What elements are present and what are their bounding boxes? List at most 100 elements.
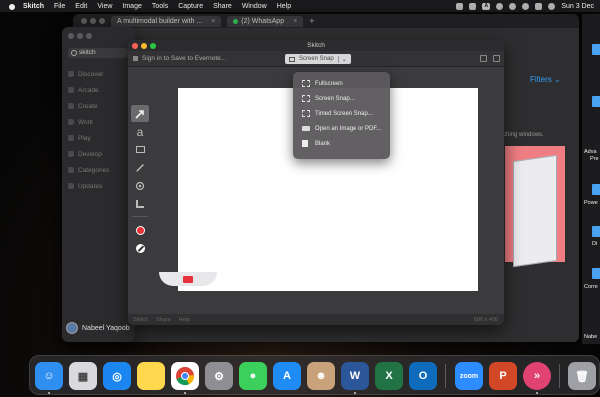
zoom-button[interactable] (86, 33, 92, 39)
stroke-size-picker[interactable] (131, 240, 149, 257)
file-icon[interactable] (592, 44, 600, 55)
pixelate-tool[interactable] (131, 177, 149, 194)
footer-item[interactable]: Help (179, 317, 190, 323)
browser-tab[interactable]: (2) WhatsApp × (227, 15, 304, 27)
menu-tools[interactable]: Tools (152, 3, 168, 10)
zoom-button[interactable] (99, 18, 105, 24)
folder-icon (302, 126, 310, 131)
dock-contacts-icon[interactable]: ☻ (307, 362, 335, 390)
dock-separator (559, 364, 560, 388)
sidebar-item-arcade[interactable]: Arcade (68, 87, 109, 103)
file-icon[interactable] (592, 268, 600, 279)
dock-system-preferences-icon[interactable]: ⚙ (205, 362, 233, 390)
menu-clock[interactable]: Sun 3 Dec (561, 3, 594, 10)
file-icon[interactable] (592, 226, 600, 237)
sidebar-item-discover[interactable]: Discover (68, 71, 109, 87)
dock-powerpoint-icon[interactable]: P (489, 362, 517, 390)
menu-item-timed-snap[interactable]: Timed Screen Snap... (293, 106, 390, 121)
close-button[interactable] (68, 33, 74, 39)
menu-help[interactable]: Help (277, 3, 291, 10)
resize-icon[interactable] (480, 55, 487, 62)
stroke-size-icon (135, 244, 145, 253)
menu-item-blank[interactable]: Blank (293, 136, 390, 151)
dock-messages-icon[interactable]: ● (239, 362, 267, 390)
dock-excel-icon[interactable]: X (375, 362, 403, 390)
sidebar-item-updates[interactable]: Updates (68, 183, 109, 199)
file-label: Di (592, 241, 598, 247)
minimize-button[interactable] (90, 18, 96, 24)
user-account[interactable]: Nabeel Yaqoob (66, 322, 130, 334)
dock-app-store-icon[interactable]: A (273, 362, 301, 390)
blank-page-icon (302, 140, 308, 147)
dock-finder-icon[interactable]: ☺ (35, 362, 63, 390)
apple-icon[interactable] (8, 2, 16, 10)
dock-trash-icon[interactable]: 🗑 (568, 362, 596, 390)
dock-notes-icon[interactable] (137, 362, 165, 390)
sidebar-item-develop[interactable]: Develop (68, 151, 109, 167)
dock-word-icon[interactable]: W (341, 362, 369, 390)
file-icon[interactable] (592, 96, 600, 107)
browser-tab-bar: A multimodal builder with ... × (2) What… (73, 14, 579, 28)
chevron-down-icon[interactable]: ⌄ (337, 55, 347, 63)
search-field[interactable]: skitch (68, 48, 128, 58)
dock-launchpad-icon[interactable]: ▦ (69, 362, 97, 390)
menu-file[interactable]: File (54, 3, 65, 10)
spotlight-icon[interactable] (522, 2, 530, 10)
close-tab-icon[interactable]: × (293, 18, 297, 25)
arrow-tool[interactable] (131, 105, 149, 122)
content-hint-text: ching windows. (503, 132, 544, 138)
file-label: Corre (584, 284, 598, 290)
menu-image[interactable]: Image (122, 3, 141, 10)
preview-image (505, 146, 565, 268)
menu-app-name[interactable]: Skitch (23, 3, 44, 10)
control-center-icon[interactable] (535, 2, 543, 10)
evernote-status-icon[interactable] (469, 2, 477, 10)
new-tab-icon[interactable]: + (309, 16, 314, 26)
dock-zoom-icon[interactable]: zoom (455, 362, 483, 390)
menu-window[interactable]: Window (242, 3, 267, 10)
dock-safari-icon[interactable]: ◎ (103, 362, 131, 390)
sidebar-item-play[interactable]: Play (68, 135, 109, 151)
sidebar-item-categories[interactable]: Categories (68, 167, 109, 183)
menu-capture[interactable]: Capture (178, 3, 203, 10)
siri-icon[interactable] (548, 2, 556, 10)
file-icon[interactable] (592, 184, 600, 195)
text-icon: a (136, 124, 144, 139)
menu-item-screen-snap[interactable]: Screen Snap... (293, 91, 390, 106)
browser-tab[interactable]: A multimodal builder with ... × (111, 15, 222, 27)
trash-icon[interactable] (493, 55, 500, 62)
minimize-button[interactable] (77, 33, 83, 39)
close-tab-icon[interactable]: × (211, 18, 215, 25)
sidebar-item-create[interactable]: Create (68, 103, 109, 119)
pen-tool[interactable] (131, 159, 149, 176)
dock-outlook-icon[interactable]: O (409, 362, 437, 390)
menu-view[interactable]: View (97, 3, 112, 10)
crop-tool[interactable] (131, 195, 149, 212)
wifi-icon[interactable] (509, 2, 517, 10)
arrow-icon (135, 109, 144, 119)
menu-item-fullscreen[interactable]: Fullscreen (293, 76, 390, 91)
close-button[interactable] (81, 18, 87, 24)
sidebar-item-work[interactable]: Work (68, 119, 109, 135)
desktop-files-panel: Adva Pre Powe Di Corre Nabe (582, 14, 600, 344)
color-picker[interactable] (131, 222, 149, 239)
footer-item[interactable]: Share (156, 317, 171, 323)
filters-button[interactable]: Filters ⌄ (530, 75, 582, 84)
screen-snap-button[interactable]: Screen Snap ⌄ (285, 54, 351, 64)
dock-chrome-icon[interactable] (171, 362, 199, 390)
input-source-icon[interactable]: A (482, 2, 491, 10)
drag-handle[interactable] (159, 272, 217, 286)
menu-item-open-image[interactable]: Open an Image or PDF... (293, 121, 390, 136)
running-indicator (48, 392, 50, 394)
running-indicator (354, 392, 356, 394)
text-tool[interactable]: a (131, 123, 149, 140)
menu-share[interactable]: Share (213, 3, 232, 10)
shape-tool[interactable] (131, 141, 149, 158)
sign-in-link[interactable]: Sign in to Save to Evernote... (133, 55, 226, 62)
app-store-window: skitch Discover Arcade Create Work Play … (62, 27, 135, 342)
record-status-icon[interactable] (456, 2, 464, 10)
battery-icon[interactable] (496, 2, 504, 10)
menu-edit[interactable]: Edit (75, 3, 87, 10)
dock-skitch-icon[interactable]: » (523, 362, 551, 390)
footer-item[interactable]: Skitch (133, 317, 148, 323)
